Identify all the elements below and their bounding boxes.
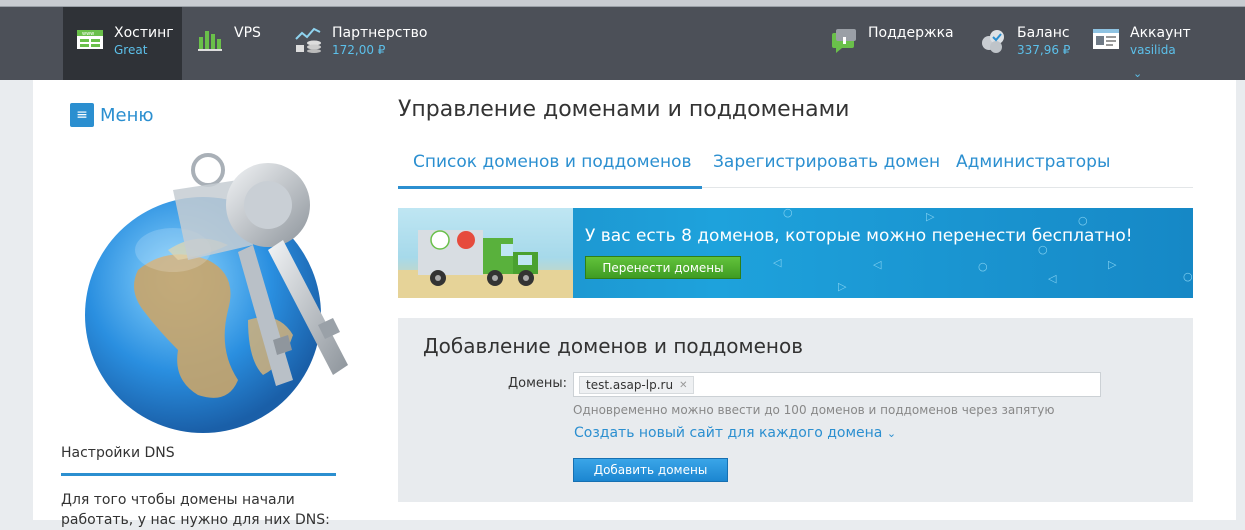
domain-token: test.asap-lp.ru ✕ (579, 376, 695, 394)
tabs-bar: Список доменов и поддоменов Зарегистриро… (398, 142, 1193, 189)
nav-account[interactable]: Аккаунт vasilida (1092, 7, 1202, 80)
nav-partner-sub: 172,00 ₽ (332, 43, 386, 57)
nav-balance-sub: 337,96 ₽ (1017, 43, 1071, 57)
dns-settings-text: Для того чтобы домены начали работать, у… (61, 492, 330, 528)
add-domains-panel: Добавление доменов и поддоменов Домены: … (398, 318, 1193, 502)
nav-partner-title: Партнерство (332, 25, 428, 41)
nav-balance-title: Баланс (1017, 25, 1070, 41)
menu-button[interactable]: ≡ Меню (70, 103, 154, 127)
nav-hosting-title: Хостинг (114, 25, 174, 41)
domains-input[interactable]: test.asap-lp.ru ✕ (573, 372, 1101, 397)
nav-support[interactable]: Поддержка (830, 7, 960, 80)
hosting-icon: www (76, 25, 106, 53)
top-navigation-bar: www Хостинг Great VPS Партнерство 172,00… (0, 7, 1245, 80)
create-site-label: Создать новый сайт для каждого домена (574, 425, 883, 441)
create-site-toggle[interactable]: Создать новый сайт для каждого домена ⌄ (574, 425, 896, 441)
tab-register-domain[interactable]: Зарегистрировать домен (713, 152, 940, 172)
nav-vps-title: VPS (234, 25, 261, 41)
add-domains-title: Добавление доменов и поддоменов (423, 334, 804, 358)
hamburger-icon: ≡ (70, 103, 94, 127)
domains-label: Домены: (508, 376, 568, 391)
menu-label: Меню (100, 104, 154, 126)
dns-settings-divider (61, 473, 336, 476)
transfer-domains-button[interactable]: Перенести домены (585, 256, 741, 279)
banner-text: У вас есть 8 доменов, которые можно пере… (585, 226, 1133, 246)
remove-token-icon[interactable]: ✕ (679, 380, 687, 391)
domain-token-text: test.asap-lp.ru (586, 378, 674, 392)
page-content: ≡ Меню Настройки DNS Для того чтобы доме… (33, 80, 1236, 528)
nav-partner[interactable]: Партнерство 172,00 ₽ (294, 7, 444, 80)
nav-hosting[interactable]: www Хостинг Great (63, 7, 182, 80)
window-top-strip (0, 0, 1245, 7)
support-icon (830, 25, 860, 53)
account-chevron-down-icon[interactable]: ⌄ (1133, 67, 1142, 80)
nav-vps[interactable]: VPS (196, 7, 276, 80)
nav-balance[interactable]: Баланс 337,96 ₽ (979, 7, 1079, 80)
account-icon (1092, 25, 1122, 53)
truck-illustration (398, 208, 573, 298)
tab-administrators[interactable]: Администраторы (956, 152, 1110, 172)
active-tab-underline (398, 186, 702, 189)
nav-hosting-sub: Great (114, 43, 148, 57)
page-title: Управление доменами и поддоменами (398, 97, 850, 122)
nav-support-title: Поддержка (868, 25, 954, 41)
tab-domain-list[interactable]: Список доменов и поддоменов (413, 152, 692, 172)
chevron-down-icon: ⌄ (886, 427, 897, 440)
vps-icon (196, 25, 226, 53)
transfer-promo-banner: ○ ▷ ○ ○ ◁ ◁ ○ ◁ ▷ ○ ▷ У вас есть 8 домен… (398, 208, 1193, 298)
domains-hint: Одновременно можно ввести до 100 доменов… (573, 403, 1055, 417)
nav-account-title: Аккаунт (1130, 25, 1191, 41)
globe-keys-illustration (78, 150, 363, 445)
add-domains-button[interactable]: Добавить домены (573, 458, 728, 482)
nav-account-sub: vasilida (1130, 43, 1176, 57)
dns-settings-title: Настройки DNS (61, 445, 175, 461)
balance-icon (979, 25, 1009, 53)
svg-text:www: www (82, 31, 94, 37)
partner-icon (294, 25, 324, 53)
